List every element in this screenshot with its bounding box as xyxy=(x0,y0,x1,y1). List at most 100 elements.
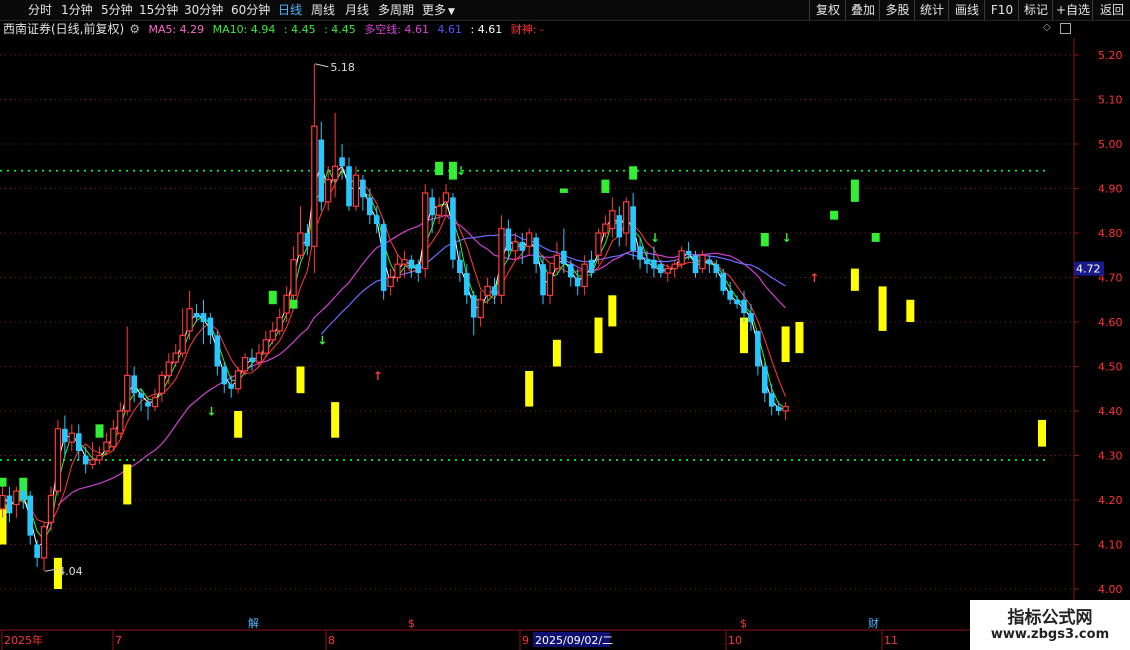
date-label: 8 xyxy=(328,634,335,647)
candle-body-up xyxy=(387,276,394,287)
signal-bar-green xyxy=(435,161,444,176)
kline-chart[interactable]: 5.184.04↓↓↓↑↑↓↓ 5.205.105.004.904.804.70… xyxy=(0,38,1130,650)
ma-line-red xyxy=(2,166,787,524)
candle-body-up xyxy=(325,179,332,203)
price-tick-label: 4.80 xyxy=(1098,227,1123,240)
candle-body-up xyxy=(546,272,554,296)
date-label: 10 xyxy=(728,634,742,647)
signal-bars xyxy=(0,161,1046,589)
price-tick-label: 5.20 xyxy=(1098,49,1123,62)
overlay-button[interactable]: 叠加 xyxy=(845,0,880,20)
candle-body-up xyxy=(602,223,609,234)
tab-15min[interactable]: 15分钟 xyxy=(139,0,178,20)
tab-daily[interactable]: 日线 xyxy=(278,0,302,20)
tab-fenshi[interactable]: 分时 xyxy=(28,0,52,20)
candle-body-up xyxy=(331,165,339,181)
mark-button[interactable]: 标记 xyxy=(1018,0,1053,20)
signal-bar-yellow xyxy=(740,317,749,354)
low-price-label: 4.04 xyxy=(58,565,83,578)
tab-60min[interactable]: 60分钟 xyxy=(231,0,270,20)
candle-body-down xyxy=(741,299,747,314)
candle-body-down xyxy=(491,286,498,296)
current-price-label: 4.72 xyxy=(1076,263,1101,276)
tab-1min[interactable]: 1分钟 xyxy=(61,0,93,20)
candle-body-down xyxy=(6,495,13,514)
fuquan-button[interactable]: 复权 xyxy=(809,0,846,20)
stock-title[interactable]: 西南证券(日线,前复权) xyxy=(3,22,124,36)
candle-body-down xyxy=(505,228,512,251)
support-resistance-lines xyxy=(0,169,1048,461)
candle-body-up xyxy=(0,494,6,510)
price-tick-label: 4.60 xyxy=(1098,316,1123,329)
expand-icon[interactable] xyxy=(1060,23,1071,34)
ma-line-white xyxy=(2,162,786,548)
signal-arrow-icon: ↓ xyxy=(456,164,466,178)
candle-body-down xyxy=(748,313,754,322)
candle-body-up xyxy=(47,494,55,523)
candle-body-up xyxy=(678,250,685,265)
ma10-value: MA10: 4.94 xyxy=(212,23,276,36)
signal-bar-yellow xyxy=(608,295,617,327)
candle-body-up xyxy=(96,454,103,461)
candle-body-up xyxy=(525,232,533,247)
moving-average-lines xyxy=(2,162,787,548)
candle-body-up xyxy=(553,254,561,270)
date-highlight-label: 2025/09/02/二 xyxy=(535,634,613,647)
candle-body-up xyxy=(595,232,602,256)
candle-body-down xyxy=(346,166,352,207)
candle-body-up xyxy=(782,405,789,412)
tab-weekly[interactable]: 周线 xyxy=(311,0,335,20)
signal-bar-yellow xyxy=(123,464,132,505)
high-pointer xyxy=(315,63,329,68)
multi-stock-button[interactable]: 多股 xyxy=(879,0,915,20)
candle-body-up xyxy=(290,259,297,296)
f10-button[interactable]: F10 xyxy=(984,0,1019,20)
candle-body-down xyxy=(692,255,699,274)
candle-body-down xyxy=(658,264,664,274)
statistics-button[interactable]: 统计 xyxy=(914,0,949,20)
candle-body-up xyxy=(442,192,450,203)
chevron-down-icon: ▼ xyxy=(448,7,455,17)
candle-body-down xyxy=(131,375,137,394)
candle-body-down xyxy=(561,250,567,265)
candle-body-up xyxy=(89,459,96,466)
candle-body-down xyxy=(82,455,89,465)
indicator-value-4: : 4.61 xyxy=(470,23,503,36)
candle-body-down xyxy=(450,197,456,260)
diamond-icon[interactable]: ◇ xyxy=(1043,22,1051,33)
back-button[interactable]: 返回 xyxy=(1092,0,1130,20)
candle-body-up xyxy=(352,174,360,207)
candle-body-down xyxy=(20,491,27,500)
add-favorite-button[interactable]: +自选 xyxy=(1052,0,1093,20)
draw-line-button[interactable]: 画线 xyxy=(948,0,985,20)
tab-multi-period[interactable]: 多周期 xyxy=(378,0,414,20)
candle-body-up xyxy=(234,370,242,390)
candle-body-up xyxy=(435,205,443,216)
signal-bar-green xyxy=(0,477,7,487)
annotations: 5.18 4.04 ↓ ↓ ↓ ↑ ↑ ↓ ↓ xyxy=(44,61,819,578)
signal-arrow-icon: ↓ xyxy=(782,231,792,245)
duokong-line-value: 多空线: 4.61 xyxy=(364,23,429,36)
candle-body-down xyxy=(734,299,740,305)
candle-body-down xyxy=(713,264,720,274)
candle-body-up xyxy=(186,308,193,332)
tab-30min[interactable]: 30分钟 xyxy=(184,0,223,20)
candle-body-up xyxy=(68,432,75,443)
signal-arrow-icon: ↓ xyxy=(317,333,327,347)
tab-more[interactable]: 更多 ▼ xyxy=(422,0,455,20)
candle-body-down xyxy=(318,139,325,202)
candle-body-down xyxy=(221,366,228,385)
tab-5min[interactable]: 5分钟 xyxy=(101,0,133,20)
candle-body-up xyxy=(401,259,408,265)
candle-body-down xyxy=(651,259,657,269)
ma-line-magenta xyxy=(57,214,787,506)
event-marker: $ xyxy=(740,617,747,630)
candle-body-down xyxy=(727,290,733,300)
tab-monthly[interactable]: 月线 xyxy=(345,0,369,20)
candle-body-up xyxy=(241,357,249,372)
settings-gear-icon[interactable]: ⚙ xyxy=(129,22,140,36)
candle-body-down xyxy=(228,384,234,389)
candle-body-up xyxy=(664,268,671,274)
candle-body-down xyxy=(429,197,435,216)
signal-bar-green xyxy=(629,166,638,180)
